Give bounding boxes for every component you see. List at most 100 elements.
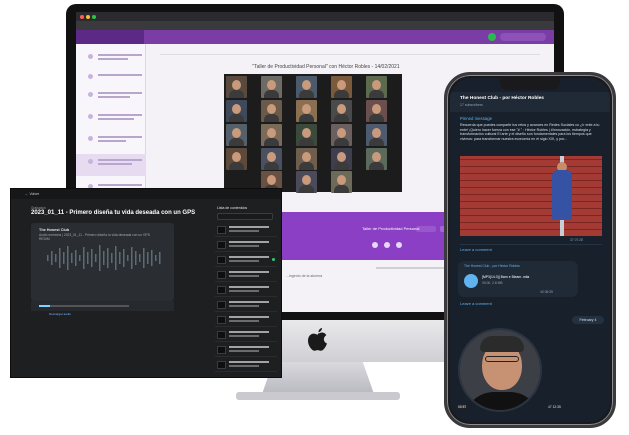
leave-comment-link-2[interactable]: Leave a comment [460, 301, 492, 306]
play-icon[interactable] [384, 242, 390, 248]
audio-message[interactable]: The Honest Club - por Héctor Robles [MP3… [458, 261, 578, 297]
list-item[interactable] [215, 223, 277, 237]
participant-tile [226, 124, 247, 146]
episode-title: 2023_01_11 - Primero diseña tu vida dese… [31, 210, 196, 216]
lesson-status-icon [88, 92, 93, 97]
participant-tile [261, 100, 282, 122]
list-item[interactable] [215, 268, 277, 282]
sidebar-item-subline [98, 118, 134, 120]
sidebar-item-subline [98, 58, 128, 60]
phone-screen: The Honest Club - por Héctor Robles 17 s… [450, 78, 610, 422]
content-header-divider [160, 54, 540, 55]
close-dot-icon[interactable] [80, 15, 84, 19]
user-menu-button[interactable] [500, 33, 546, 41]
audio-card[interactable]: The Honest Club Audio memoria | 2023_01_… [31, 223, 174, 301]
participant-tile [366, 148, 387, 170]
list-item[interactable] [215, 238, 277, 252]
round-video-message[interactable] [458, 328, 542, 412]
list-item[interactable] [215, 328, 277, 342]
sidebar-item[interactable] [98, 136, 142, 138]
lesson-status-icon [88, 74, 93, 79]
participant-tile [331, 148, 352, 170]
audio-player-window: ← Volver Grabación 2023_01_11 - Primero … [10, 188, 282, 378]
embedded-player-bar[interactable] [276, 212, 472, 260]
minimize-dot-icon[interactable] [86, 15, 90, 19]
list-item[interactable] [215, 283, 277, 297]
play-icon[interactable] [464, 274, 478, 288]
lesson-status-icon [88, 159, 93, 164]
sidebar-item[interactable] [98, 74, 142, 76]
user-avatar-icon[interactable] [488, 33, 496, 41]
post-photo[interactable] [460, 156, 602, 236]
leave-comment-link[interactable]: Leave a comment [460, 247, 492, 252]
app-logo-area[interactable] [76, 30, 144, 44]
participant-tile [366, 76, 387, 98]
card-subtitle-2: REDIM [39, 237, 50, 241]
participant-tile [296, 171, 317, 193]
content-list-header: Lista de contenidos [217, 206, 248, 210]
app-header-bar [76, 30, 554, 44]
audio-views-time: 40 08:39 [540, 290, 553, 294]
sidebar-item-subline [98, 140, 126, 142]
list-item[interactable] [215, 358, 277, 372]
participant-tile [226, 76, 247, 98]
lesson-status-icon [88, 54, 93, 59]
participant-tile [296, 76, 317, 98]
divider [460, 244, 602, 245]
sidebar-item[interactable] [98, 159, 142, 161]
sidebar-item[interactable] [98, 92, 142, 94]
lesson-status-icon [88, 114, 93, 119]
participant-tile [331, 124, 352, 146]
footer-note: ...ingenio de la alumna [286, 274, 323, 278]
audio-progress-bar[interactable] [39, 305, 129, 307]
participant-tile [296, 148, 317, 170]
pinned-message-label[interactable]: Pinned message [460, 116, 492, 121]
date-chip: February 4 [572, 316, 604, 324]
maximize-dot-icon[interactable] [92, 15, 96, 19]
video-duration: 00:57 [456, 405, 469, 409]
participant-tile [296, 100, 317, 122]
apple-logo-icon [308, 328, 327, 351]
post-views-time: 37 07:28 [570, 238, 583, 242]
pinned-message-text: Recuerda que puedes compartir tus retos … [460, 123, 600, 141]
channel-title: The Honest Club - por Héctor Robles [460, 96, 544, 101]
card-title: The Honest Club [39, 228, 70, 232]
browser-titlebar [76, 12, 554, 21]
audio-channel-name: The Honest Club - por Héctor Robles [464, 264, 520, 268]
phone-notch [500, 78, 560, 90]
device-mockup-stage: "Taller de Productividad Personal" con H… [0, 0, 629, 435]
list-item[interactable] [215, 298, 277, 312]
participant-tile [226, 148, 247, 170]
lesson-status-icon [88, 136, 93, 141]
browser-url-bar[interactable] [76, 21, 554, 30]
sidebar-item-active[interactable] [76, 154, 146, 176]
list-item[interactable] [215, 253, 277, 267]
content-search-input[interactable] [217, 213, 273, 220]
participant-tile [331, 76, 352, 98]
audio-size: 00:00, 2.8 MB [482, 281, 503, 285]
back-link[interactable]: ← Volver [25, 192, 39, 196]
participant-tile [331, 171, 352, 193]
video-call-gallery[interactable] [224, 74, 402, 193]
imac-base [236, 392, 400, 400]
sidebar-item[interactable] [98, 184, 142, 186]
list-item[interactable] [215, 343, 277, 357]
participant-tile [366, 100, 387, 122]
sidebar-item[interactable] [98, 54, 142, 56]
audio-title: [MP3(14.0)] Barn e Bleam..mila [482, 275, 530, 279]
forward-icon[interactable] [396, 242, 402, 248]
rewind-icon[interactable] [372, 242, 378, 248]
session-title: "Taller de Productividad Personal" con H… [252, 64, 400, 70]
participant-tile [296, 124, 317, 146]
participant-tile [261, 148, 282, 170]
card-subtitle: Audio memoria | 2023_01_11 - Primero dis… [39, 233, 150, 237]
audio-waveform[interactable] [45, 243, 165, 273]
channel-subscribers: 17 subscribers [460, 103, 483, 107]
list-item[interactable] [215, 313, 277, 327]
video-views-time: 47 12:35 [548, 405, 561, 409]
window-topbar [11, 189, 281, 199]
channel-header[interactable] [450, 92, 610, 112]
sidebar-item[interactable] [98, 114, 142, 116]
download-link[interactable]: Descargar audio [49, 312, 71, 316]
participant-tile [261, 124, 282, 146]
